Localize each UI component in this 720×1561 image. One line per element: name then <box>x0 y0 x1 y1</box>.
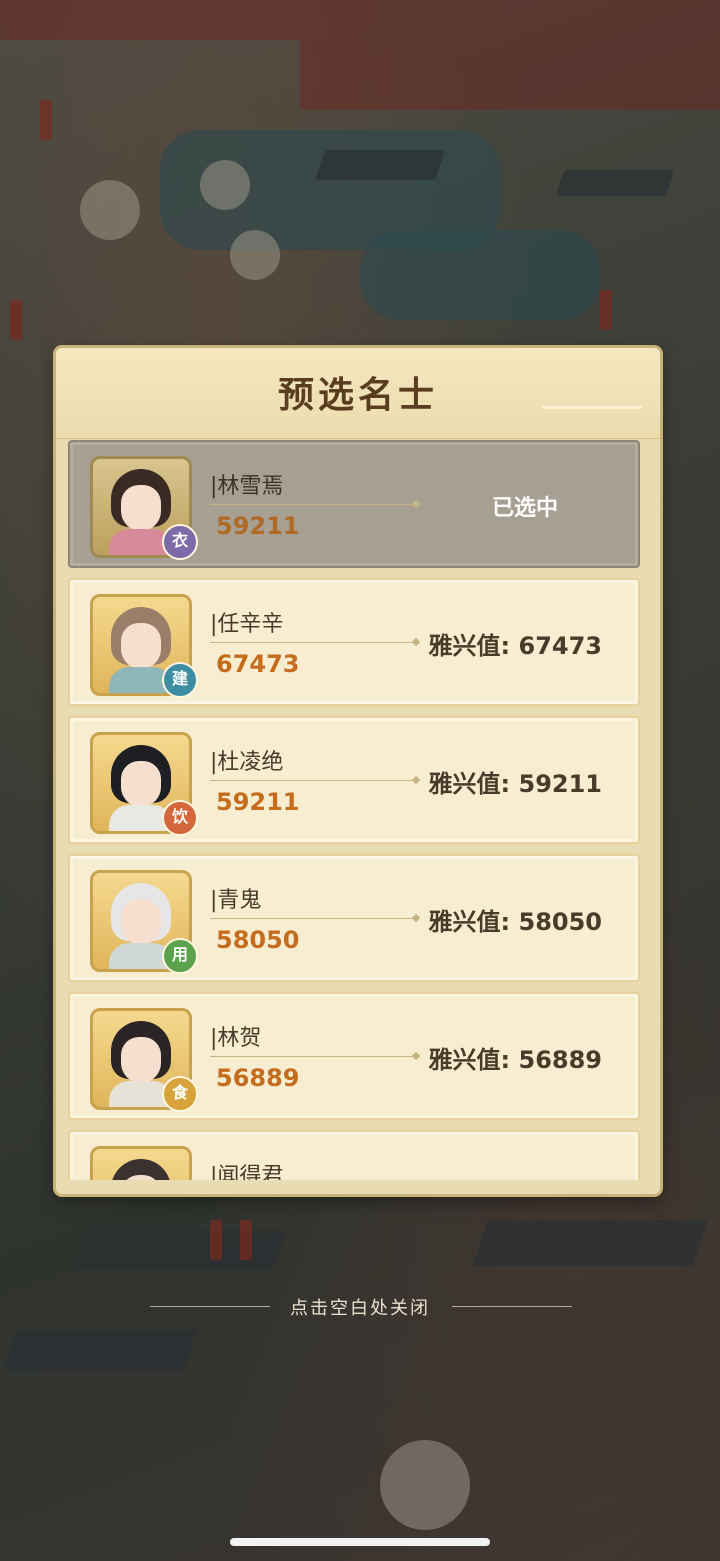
candidate-row[interactable]: |闻得君 <box>68 1130 640 1180</box>
category-badge-icon: 建 <box>162 662 198 698</box>
avatar <box>90 1146 192 1180</box>
candidate-list[interactable]: 衣 |林雪焉 59211 已选中 建 |任辛辛 67473 雅兴值: 67473 <box>68 440 648 1180</box>
candidate-score: 58050 <box>216 926 300 954</box>
candidate-score: 59211 <box>216 512 300 540</box>
category-badge-icon: 食 <box>162 1076 198 1112</box>
candidate-name: |杜凌绝 <box>210 750 284 775</box>
category-badge-icon: 衣 <box>162 524 198 560</box>
name-divider <box>210 642 416 643</box>
candidate-row-selected[interactable]: 衣 |林雪焉 59211 已选中 <box>68 440 640 568</box>
preselect-dialog: 预选名士 衣 |林雪焉 59211 已选中 建 |任辛辛 67473 雅兴值: … <box>56 348 660 1194</box>
name-divider <box>210 780 416 781</box>
candidate-name: |青鬼 <box>210 888 262 913</box>
candidate-name: |林雪焉 <box>210 474 284 499</box>
candidate-name: |闻得君 <box>210 1164 284 1180</box>
name-divider <box>210 504 416 505</box>
candidate-row[interactable]: 食 |林贺 56889 雅兴值: 56889 <box>68 992 640 1120</box>
dialog-title: 预选名士 <box>277 375 438 416</box>
candidate-score: 56889 <box>216 1064 300 1092</box>
candidate-row[interactable]: 饮 |杜凌绝 59211 雅兴值: 59211 <box>68 716 640 844</box>
candidate-row[interactable]: 建 |任辛辛 67473 雅兴值: 67473 <box>68 578 640 706</box>
hint-line-right <box>452 1306 572 1307</box>
category-badge-icon: 用 <box>162 938 198 974</box>
close-hint[interactable]: 点击空白处关闭 <box>0 1292 720 1322</box>
close-hint-text: 点击空白处关闭 <box>290 1298 430 1319</box>
name-divider <box>210 1056 416 1057</box>
home-indicator[interactable] <box>230 1538 490 1546</box>
candidate-score: 59211 <box>216 788 300 816</box>
candidate-name: |任辛辛 <box>210 612 284 637</box>
candidate-score: 67473 <box>216 650 300 678</box>
name-divider <box>210 918 416 919</box>
category-badge-icon: 饮 <box>162 800 198 836</box>
elegance-value: 雅兴值: 67473 <box>428 632 602 660</box>
elegance-value: 雅兴值: 59211 <box>428 770 602 798</box>
elegance-value: 雅兴值: 58050 <box>428 908 602 936</box>
candidate-name: |林贺 <box>210 1026 262 1051</box>
header-decoration <box>542 406 642 409</box>
dialog-header: 预选名士 <box>56 348 660 439</box>
selected-status: 已选中 <box>491 496 558 521</box>
elegance-value: 雅兴值: 56889 <box>428 1046 602 1074</box>
candidate-row[interactable]: 用 |青鬼 58050 雅兴值: 58050 <box>68 854 640 982</box>
